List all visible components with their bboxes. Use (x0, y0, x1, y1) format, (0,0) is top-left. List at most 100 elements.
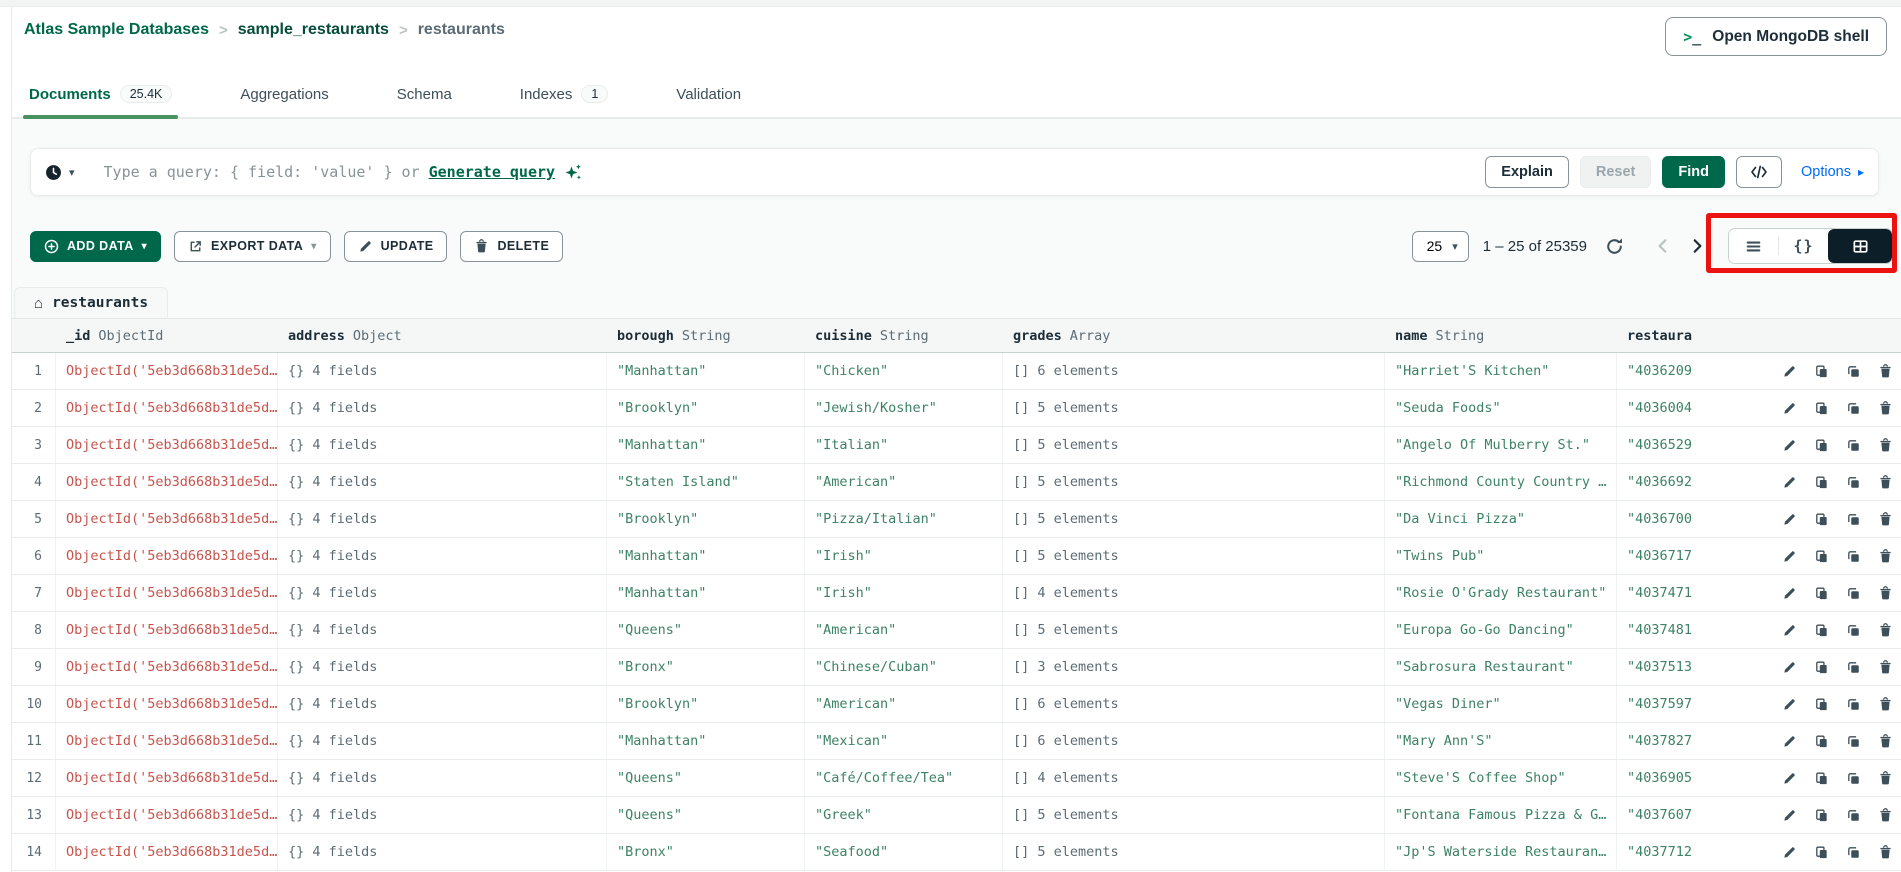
delete-document-button[interactable] (1878, 364, 1893, 379)
edit-document-button[interactable] (1782, 549, 1797, 564)
delete-document-button[interactable] (1878, 623, 1893, 638)
tab-indexes[interactable]: Indexes 1 (518, 75, 611, 119)
view-list-button[interactable] (1729, 229, 1778, 263)
copy-document-button[interactable] (1814, 697, 1829, 712)
edit-document-button[interactable] (1782, 845, 1797, 860)
page-size-select[interactable]: 25 ▾ (1412, 231, 1469, 262)
table-row[interactable]: 7 ObjectId('5eb3d668b31de5d… {} 4 fields… (12, 575, 1901, 612)
copy-document-button[interactable] (1814, 845, 1829, 860)
clone-document-button[interactable] (1846, 438, 1861, 453)
table-row[interactable]: 11 ObjectId('5eb3d668b31de5d… {} 4 field… (12, 723, 1901, 760)
table-row[interactable]: 6 ObjectId('5eb3d668b31de5d… {} 4 fields… (12, 538, 1901, 575)
copy-document-button[interactable] (1814, 734, 1829, 749)
copy-document-button[interactable] (1814, 771, 1829, 786)
update-button[interactable]: UPDATE (344, 231, 448, 262)
table-row[interactable]: 8 ObjectId('5eb3d668b31de5d… {} 4 fields… (12, 612, 1901, 649)
copy-document-button[interactable] (1814, 660, 1829, 675)
clone-document-button[interactable] (1846, 734, 1861, 749)
edit-document-button[interactable] (1782, 623, 1797, 638)
cell-name: "Fontana Famous Pizza & G… (1385, 797, 1617, 833)
delete-document-button[interactable] (1878, 845, 1893, 860)
copy-document-button[interactable] (1814, 623, 1829, 638)
table-row[interactable]: 12 ObjectId('5eb3d668b31de5d… {} 4 field… (12, 760, 1901, 797)
breadcrumb-item-databases[interactable]: Atlas Sample Databases (24, 21, 209, 39)
edit-document-button[interactable] (1782, 771, 1797, 786)
tab-schema[interactable]: Schema (395, 75, 454, 119)
edit-document-button[interactable] (1782, 438, 1797, 453)
table-row[interactable]: 5 ObjectId('5eb3d668b31de5d… {} 4 fields… (12, 501, 1901, 538)
table-row[interactable]: 4 ObjectId('5eb3d668b31de5d… {} 4 fields… (12, 464, 1901, 501)
view-table-button[interactable] (1828, 229, 1892, 263)
view-json-button[interactable]: {} (1779, 229, 1828, 263)
clone-document-button[interactable] (1846, 697, 1861, 712)
delete-document-button[interactable] (1878, 549, 1893, 564)
tab-aggregations[interactable]: Aggregations (238, 75, 330, 119)
next-page-button[interactable] (1684, 233, 1710, 259)
delete-document-button[interactable] (1878, 401, 1893, 416)
edit-document-button[interactable] (1782, 808, 1797, 823)
edit-document-button[interactable] (1782, 364, 1797, 379)
copy-document-button[interactable] (1814, 364, 1829, 379)
clone-document-button[interactable] (1846, 771, 1861, 786)
copy-document-button[interactable] (1814, 438, 1829, 453)
edit-document-button[interactable] (1782, 697, 1797, 712)
clone-document-button[interactable] (1846, 475, 1861, 490)
export-data-button[interactable]: EXPORT DATA ▾ (174, 231, 331, 262)
edit-document-button[interactable] (1782, 660, 1797, 675)
table-row[interactable]: 1 ObjectId('5eb3d668b31de5d… {} 4 fields… (12, 353, 1901, 390)
generate-query-link[interactable]: Generate query (429, 163, 555, 181)
add-data-button[interactable]: ADD DATA ▾ (30, 231, 161, 262)
code-view-toggle-button[interactable] (1736, 156, 1782, 188)
table-row[interactable]: 13 ObjectId('5eb3d668b31de5d… {} 4 field… (12, 797, 1901, 834)
table-row[interactable]: 3 ObjectId('5eb3d668b31de5d… {} 4 fields… (12, 427, 1901, 464)
delete-document-button[interactable] (1878, 734, 1893, 749)
find-button[interactable]: Find (1662, 156, 1725, 188)
copy-document-button[interactable] (1814, 401, 1829, 416)
edit-document-button[interactable] (1782, 401, 1797, 416)
clone-document-button[interactable] (1846, 808, 1861, 823)
delete-document-button[interactable] (1878, 771, 1893, 786)
clone-document-button[interactable] (1846, 364, 1861, 379)
table-row[interactable]: 14 ObjectId('5eb3d668b31de5d… {} 4 field… (12, 834, 1901, 871)
table-row[interactable]: 2 ObjectId('5eb3d668b31de5d… {} 4 fields… (12, 390, 1901, 427)
delete-document-button[interactable] (1878, 808, 1893, 823)
copy-document-button[interactable] (1814, 549, 1829, 564)
delete-document-button[interactable] (1878, 438, 1893, 453)
clone-document-button[interactable] (1846, 512, 1861, 527)
copy-document-button[interactable] (1814, 475, 1829, 490)
open-mongodb-shell-button[interactable]: >_ Open MongoDB shell (1665, 17, 1887, 56)
query-input[interactable]: Type a query: { field: 'value' } or Gene… (104, 163, 1486, 181)
clone-document-button[interactable] (1846, 586, 1861, 601)
table-row[interactable]: 9 ObjectId('5eb3d668b31de5d… {} 4 fields… (12, 649, 1901, 686)
delete-document-button[interactable] (1878, 512, 1893, 527)
query-history-dropdown[interactable]: ▾ (45, 164, 75, 181)
cell-row-number: 7 (12, 575, 56, 611)
refresh-button[interactable] (1605, 237, 1624, 256)
delete-document-button[interactable] (1878, 586, 1893, 601)
reset-button[interactable]: Reset (1580, 156, 1652, 188)
copy-document-button[interactable] (1814, 586, 1829, 601)
breadcrumb-item-database[interactable]: sample_restaurants (238, 21, 389, 39)
delete-button[interactable]: DELETE (460, 231, 563, 262)
tab-validation[interactable]: Validation (674, 75, 743, 119)
edit-document-button[interactable] (1782, 475, 1797, 490)
delete-document-button[interactable] (1878, 475, 1893, 490)
edit-document-button[interactable] (1782, 586, 1797, 601)
table-row[interactable]: 10 ObjectId('5eb3d668b31de5d… {} 4 field… (12, 686, 1901, 723)
clone-document-button[interactable] (1846, 845, 1861, 860)
clone-document-button[interactable] (1846, 660, 1861, 675)
delete-document-button[interactable] (1878, 697, 1893, 712)
clone-document-button[interactable] (1846, 623, 1861, 638)
options-link[interactable]: Options ▸ (1801, 164, 1864, 180)
collection-tab-restaurants[interactable]: ⌂ restaurants (14, 287, 168, 318)
previous-page-button[interactable] (1650, 233, 1676, 259)
explain-button[interactable]: Explain (1485, 156, 1569, 188)
copy-document-button[interactable] (1814, 808, 1829, 823)
clone-document-button[interactable] (1846, 401, 1861, 416)
delete-document-button[interactable] (1878, 660, 1893, 675)
edit-document-button[interactable] (1782, 512, 1797, 527)
clone-document-button[interactable] (1846, 549, 1861, 564)
copy-document-button[interactable] (1814, 512, 1829, 527)
edit-document-button[interactable] (1782, 734, 1797, 749)
tab-documents[interactable]: Documents 25.4K (27, 75, 174, 119)
